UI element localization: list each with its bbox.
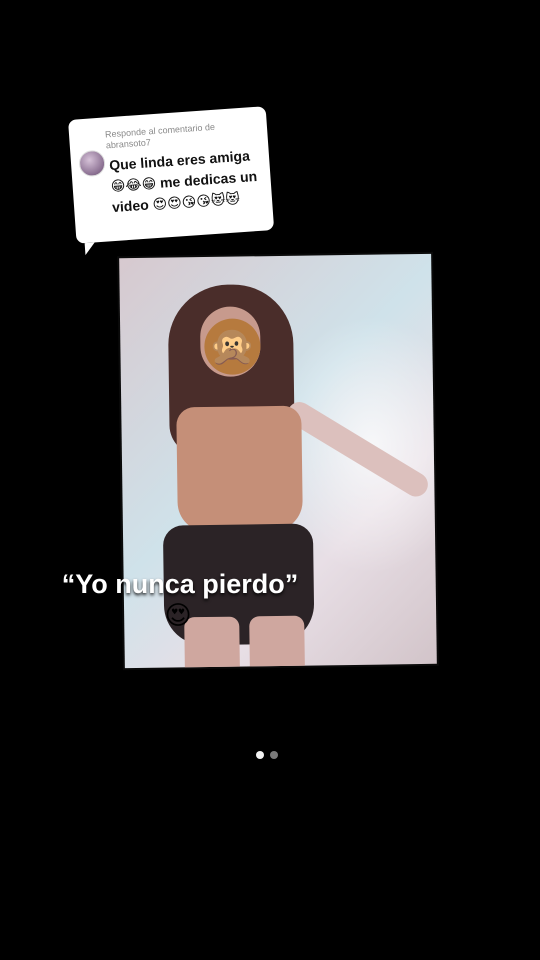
person-right-leg <box>249 615 305 669</box>
monkey-face-cover-icon: 🙊 <box>204 318 261 376</box>
reply-comment-sticker[interactable]: Responde al comentario de abransoto7 Que… <box>68 106 275 244</box>
person-top <box>176 405 303 533</box>
heart-eyes-emoji-icon: 😍 <box>164 600 192 630</box>
carousel-pagination[interactable] <box>256 751 278 759</box>
page-dot-active[interactable] <box>256 751 264 759</box>
video-screen[interactable]: Responde al comentario de abransoto7 Que… <box>0 0 540 960</box>
page-dot[interactable] <box>270 751 278 759</box>
reply-comment-text: Que linda eres amiga 😁😂😁 me dedicas un v… <box>108 147 258 216</box>
video-caption: “Yo nunca pierdo” <box>61 569 299 599</box>
commenter-avatar <box>78 149 106 178</box>
